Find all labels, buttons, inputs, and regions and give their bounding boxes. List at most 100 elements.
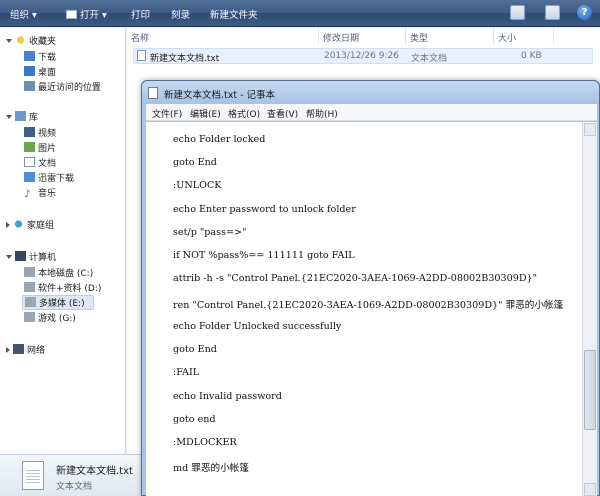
text-line: goto End [173, 344, 217, 355]
nav-music-label: 音乐 [38, 189, 57, 199]
nav-documents[interactable]: 文档 [24, 156, 56, 169]
navigation-pane: 收藏夹 下载 桌面 最近访问的位置 库 视频 图片 文档 迅雷下载 ♪ 音乐 家庭… [0, 28, 126, 454]
scroll-up-arrow-icon[interactable] [584, 123, 596, 136]
help-icon[interactable]: ? [577, 5, 592, 20]
scrollbar-thumb[interactable] [584, 350, 596, 430]
text-line: md 罪恶的小帐篷 [173, 463, 249, 474]
text-line: echo Invalid password [173, 391, 282, 402]
details-file-name: 新建文本文档.txt [56, 466, 133, 477]
text-line: if NOT %pass%== 111111 goto FAIL [173, 250, 355, 261]
nav-drive-c[interactable]: 本地磁盘 (C:) [24, 266, 93, 279]
details-file-type: 文本文档 [56, 482, 93, 492]
column-header-name[interactable]: 名称 [127, 28, 319, 44]
nav-videos[interactable]: 视频 [24, 126, 56, 139]
nav-pictures-label: 图片 [38, 144, 57, 154]
menu-edit[interactable]: 编辑(E) [190, 107, 221, 120]
text-line: attrib -h -s "Control Panel.{21EC2020-3A… [173, 273, 538, 284]
collapse-arrow-icon[interactable] [6, 222, 10, 228]
expand-arrow-icon[interactable] [6, 39, 12, 43]
file-name: 新建文本文档.txt [150, 54, 220, 64]
notepad-menu-bar: 文件(F) 编辑(E) 格式(O) 查看(V) 帮助(H) [146, 104, 597, 121]
preview-pane-icon[interactable] [545, 5, 560, 20]
scroll-down-arrow-icon[interactable] [584, 483, 596, 496]
expand-arrow-icon[interactable] [6, 115, 12, 119]
burn-button[interactable]: 刻录 [171, 7, 190, 21]
open-label: 打开 [80, 10, 100, 21]
collapse-arrow-icon[interactable] [6, 347, 10, 353]
column-header-size[interactable]: 大小 [494, 28, 554, 44]
file-modified: 2013/12/26 9:26 [324, 51, 399, 61]
nav-libraries-label: 库 [29, 113, 39, 123]
open-icon [66, 10, 77, 19]
thunder-download-icon [24, 172, 35, 182]
organize-label: 组织 [10, 10, 30, 21]
nav-drive-g[interactable]: 游戏 (G:) [24, 311, 76, 324]
drive-icon [25, 297, 36, 307]
drive-icon [24, 312, 35, 322]
computer-icon [15, 251, 26, 261]
organize-button[interactable]: 组织 ▾ [10, 7, 37, 21]
text-line: :UNLOCK [173, 180, 222, 191]
nav-favorites[interactable]: 收藏夹 [6, 34, 56, 47]
nav-recent-places[interactable]: 最近访问的位置 [24, 80, 101, 93]
star-icon [15, 35, 26, 45]
nav-drive-g-label: 游戏 (G:) [38, 314, 76, 324]
nav-desktop[interactable]: 桌面 [24, 65, 56, 78]
menu-format[interactable]: 格式(O) [228, 107, 260, 120]
view-options-icon[interactable] [510, 5, 525, 20]
file-size: 0 KB [521, 51, 542, 61]
nav-computer[interactable]: 计算机 [6, 250, 56, 263]
text-file-icon [22, 461, 44, 490]
column-header-type[interactable]: 类型 [406, 28, 494, 44]
file-row[interactable]: 新建文本文档.txt 2013/12/26 9:26 文本文档 0 KB [133, 48, 593, 64]
notepad-icon [148, 87, 158, 99]
nav-music[interactable]: ♪ 音乐 [24, 186, 56, 200]
notepad-window[interactable]: 新建文本文档.txt - 记事本 文件(F) 编辑(E) 格式(O) 查看(V)… [141, 80, 600, 496]
text-line: set/p "pass=>" [173, 227, 247, 238]
nav-desktop-label: 桌面 [38, 68, 57, 78]
network-icon [13, 344, 24, 354]
nav-thunder-downloads-label: 迅雷下载 [38, 174, 75, 184]
nav-downloads[interactable]: 下载 [24, 50, 56, 63]
video-icon [24, 127, 35, 137]
notepad-title-bar[interactable]: 新建文本文档.txt - 记事本 [142, 81, 599, 104]
text-line: goto end [173, 414, 216, 425]
nav-recent-places-label: 最近访问的位置 [38, 83, 102, 93]
new-folder-button[interactable]: 新建文件夹 [210, 7, 258, 21]
notepad-text-area[interactable]: echo Folder locked goto End :UNLOCK echo… [146, 122, 582, 496]
text-line: :MDLOCKER [173, 437, 237, 448]
text-line: echo Enter password to unlock folder [173, 204, 356, 215]
nav-videos-label: 视频 [38, 129, 57, 139]
desktop-icon [24, 66, 35, 76]
menu-file[interactable]: 文件(F) [152, 107, 182, 120]
nav-libraries[interactable]: 库 [6, 110, 38, 123]
nav-drive-d[interactable]: 软件+资料 (D:) [24, 281, 101, 294]
nav-homegroup-label: 家庭组 [27, 221, 55, 231]
nav-computer-label: 计算机 [29, 253, 57, 263]
nav-homegroup[interactable]: 家庭组 [6, 218, 54, 231]
nav-network[interactable]: 网络 [6, 343, 45, 356]
drive-icon [24, 282, 35, 292]
nav-pictures[interactable]: 图片 [24, 141, 56, 154]
explorer-toolbar: 组织 ▾ 打开 ▾ 打印 刻录 新建文件夹 ? [0, 0, 600, 27]
text-line: echo Folder locked [173, 134, 266, 145]
print-button[interactable]: 打印 [131, 7, 150, 21]
menu-view[interactable]: 查看(V) [267, 107, 298, 120]
nav-drive-c-label: 本地磁盘 (C:) [38, 269, 94, 279]
column-header-modified[interactable]: 修改日期 [319, 28, 406, 44]
nav-documents-label: 文档 [38, 159, 57, 169]
open-button[interactable]: 打开 ▾ [66, 7, 107, 21]
download-folder-icon [24, 51, 35, 61]
text-line: :FAIL [173, 367, 200, 378]
notepad-title: 新建文本文档.txt - 记事本 [164, 90, 276, 101]
menu-help[interactable]: 帮助(H) [306, 107, 338, 120]
nav-drive-d-label: 软件+资料 (D:) [38, 284, 102, 294]
document-icon [24, 157, 35, 167]
nav-network-label: 网络 [27, 346, 46, 356]
text-line: goto End [173, 157, 217, 168]
nav-thunder-downloads[interactable]: 迅雷下载 [24, 171, 74, 184]
nav-drive-e[interactable]: 多媒体 (E:) [22, 295, 94, 310]
picture-icon [24, 142, 35, 152]
expand-arrow-icon[interactable] [6, 255, 12, 259]
vertical-scrollbar[interactable] [582, 122, 597, 496]
